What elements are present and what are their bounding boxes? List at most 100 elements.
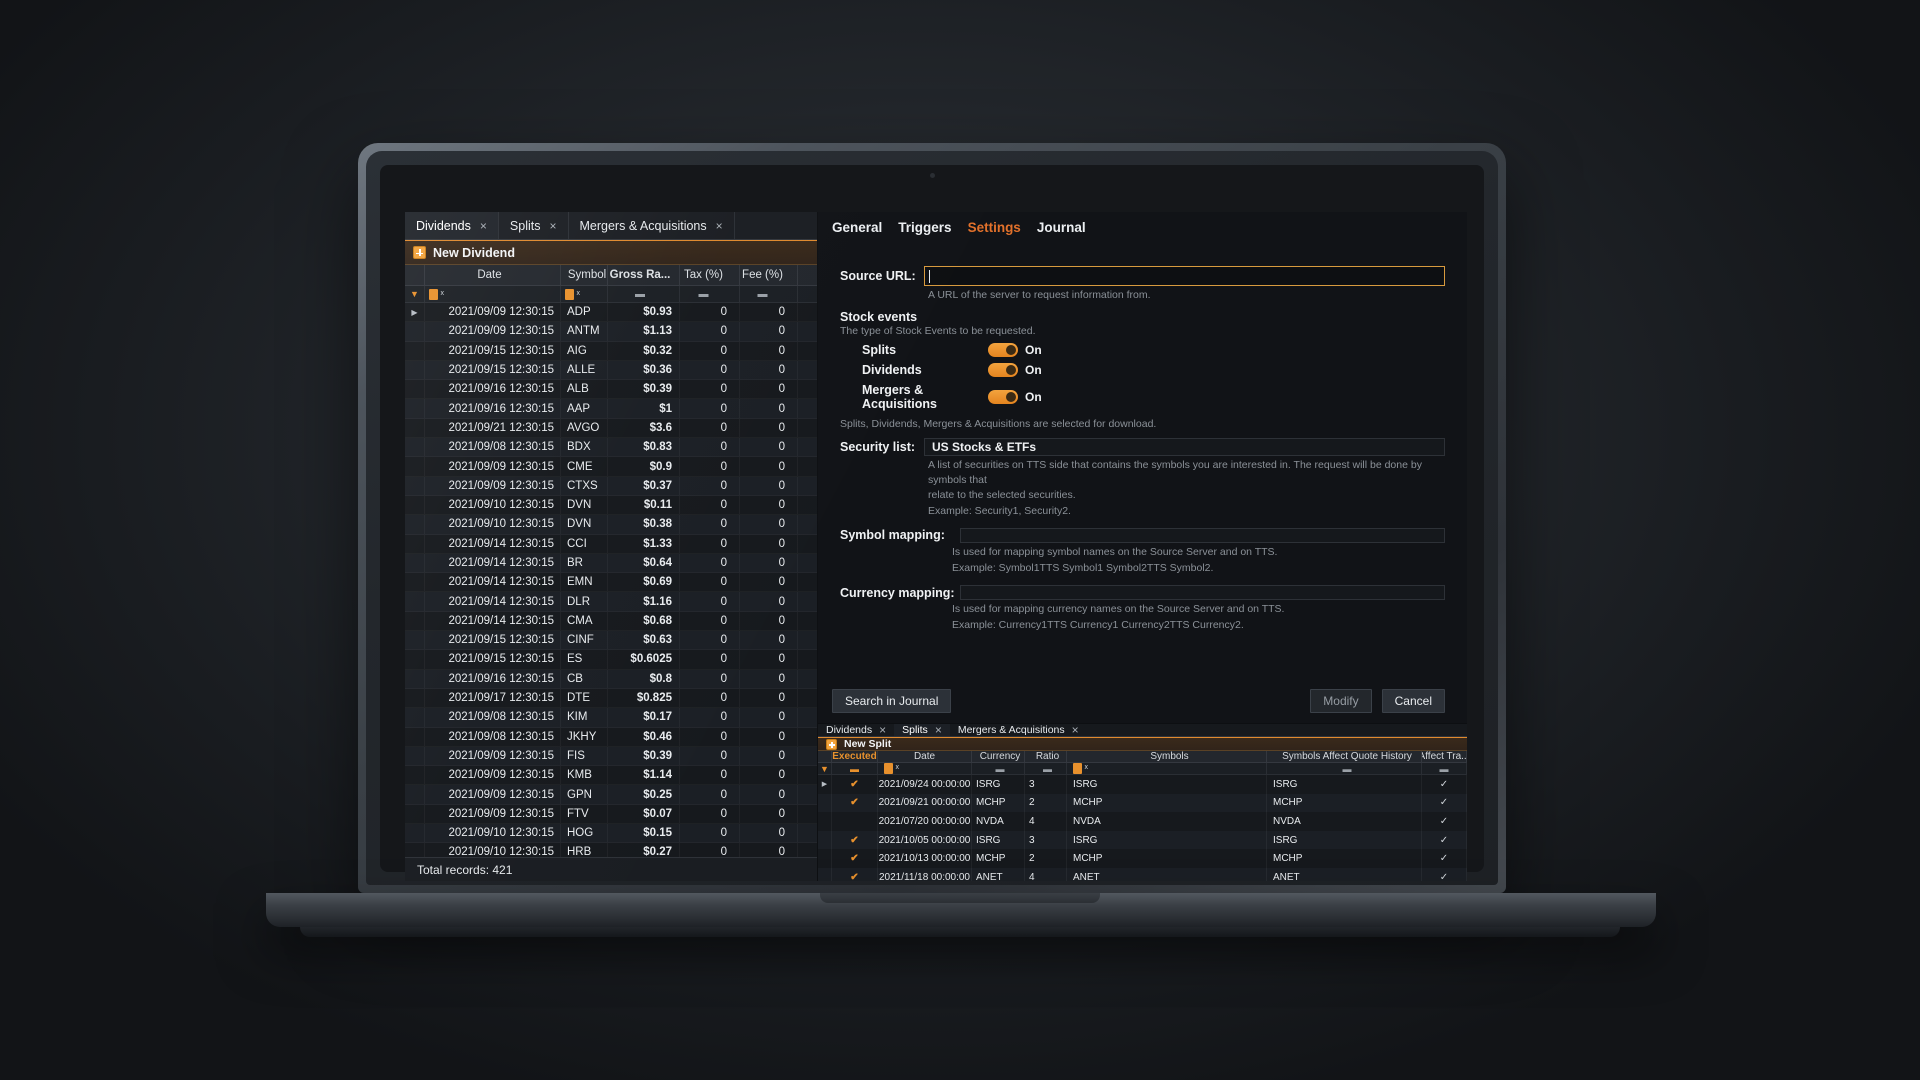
row-expander[interactable] <box>405 611 425 631</box>
new-split-button[interactable]: New Split <box>818 737 1467 751</box>
table-row[interactable]: 2021/09/21 12:30:15 AVGO $3.6 0 0 <box>405 418 817 438</box>
close-icon[interactable]: × <box>879 724 886 736</box>
table-row[interactable]: 2021/09/17 12:30:15 DTE $0.825 0 0 <box>405 688 817 708</box>
splits-tab-mergers[interactable]: Mergers & Acquisitions × <box>950 724 1087 736</box>
col-header-executed[interactable]: Executed <box>832 751 878 762</box>
table-row[interactable]: 2021/09/10 12:30:15 HRB $0.27 0 0 <box>405 843 817 857</box>
filter-funnel-icon[interactable]: ▼ <box>405 286 425 302</box>
col-header-date[interactable]: Date <box>878 751 972 762</box>
filter-currency[interactable]: ▬ <box>972 763 1025 774</box>
row-expander[interactable] <box>818 849 832 868</box>
row-expander[interactable] <box>405 399 425 418</box>
cell-executed[interactable]: ✔ <box>832 793 878 813</box>
filter-gross-rate[interactable]: ▬ <box>608 286 680 302</box>
row-expander[interactable] <box>405 380 425 399</box>
row-expander[interactable] <box>818 830 832 850</box>
cell-executed[interactable]: ✔ <box>832 775 878 794</box>
filter-tax[interactable]: ▬ <box>680 286 740 302</box>
table-row[interactable]: 2021/09/15 12:30:15 AIG $0.32 0 0 <box>405 341 817 361</box>
table-row[interactable]: 2021/09/09 12:30:15 KMB $1.14 0 0 <box>405 766 817 785</box>
row-expander[interactable] <box>405 785 425 804</box>
security-list-input[interactable]: US Stocks & ETFs <box>924 438 1445 456</box>
row-expander[interactable] <box>405 669 425 688</box>
row-expander[interactable] <box>818 793 832 813</box>
close-icon[interactable]: × <box>1072 724 1079 736</box>
col-header-symbols[interactable]: Symbols <box>1067 751 1267 762</box>
row-expander[interactable] <box>405 824 425 843</box>
table-row[interactable]: 2021/09/16 12:30:15 ALB $0.39 0 0 <box>405 380 817 399</box>
row-expander[interactable] <box>405 573 425 592</box>
toggle-splits[interactable] <box>988 343 1018 357</box>
table-row[interactable]: 2021/09/14 12:30:15 CMA $0.68 0 0 <box>405 611 817 631</box>
search-in-journal-button[interactable]: Search in Journal <box>832 689 952 713</box>
row-expander[interactable] <box>405 766 425 785</box>
dividends-grid-body[interactable]: ▶ 2021/09/09 12:30:15 ADP $0.93 0 0 2021/09/09… <box>405 303 817 857</box>
table-row[interactable]: 2021/09/09 12:30:15 ANTM $1.13 0 0 <box>405 322 817 342</box>
close-icon[interactable]: × <box>549 220 556 232</box>
splits-grid-body[interactable]: ▶ ✔ 2021/09/24 00:00:00 ISRG 3 ISRG ISRG ✓ ✔ 2021… <box>818 775 1467 881</box>
row-expander[interactable] <box>405 515 425 534</box>
row-expander[interactable] <box>405 688 425 708</box>
cell-affect-trades[interactable]: ✓ <box>1422 793 1467 813</box>
row-expander[interactable] <box>405 360 425 380</box>
col-header-currency[interactable]: Currency <box>972 751 1025 762</box>
tab-triggers[interactable]: Triggers <box>898 220 951 235</box>
table-row[interactable]: 2021/09/15 12:30:15 CINF $0.63 0 0 <box>405 631 817 651</box>
filter-fee[interactable]: ▬ <box>740 286 798 302</box>
cell-affect-trades[interactable]: ✓ <box>1422 849 1467 868</box>
cell-executed[interactable]: ✔ <box>832 849 878 868</box>
table-row[interactable]: 2021/09/09 12:30:15 CME $0.9 0 0 <box>405 457 817 476</box>
row-expander[interactable] <box>405 438 425 457</box>
filter-affect-trades[interactable]: ▬ <box>1422 763 1467 774</box>
filter-executed[interactable]: ▬ <box>832 763 878 774</box>
cell-executed[interactable]: ✔ <box>832 830 878 850</box>
close-icon[interactable]: × <box>716 220 723 232</box>
table-row[interactable]: 2021/07/20 00:00:00 NVDA 4 NVDA NVDA ✓ <box>818 812 1467 831</box>
col-header-symbol[interactable]: Symbol <box>561 265 608 285</box>
new-dividend-button[interactable]: New Dividend <box>405 240 817 265</box>
cell-executed[interactable] <box>832 812 878 831</box>
table-row[interactable]: 2021/09/10 12:30:15 HOG $0.15 0 0 <box>405 824 817 844</box>
table-row[interactable]: ✔ 2021/09/21 00:00:00 MCHP 2 MCHP MCHP ✓ <box>818 793 1467 813</box>
table-row[interactable]: 2021/09/14 12:30:15 BR $0.64 0 0 <box>405 553 817 574</box>
row-expander[interactable] <box>405 843 425 857</box>
table-row[interactable]: 2021/09/10 12:30:15 DVN $0.38 0 0 <box>405 515 817 535</box>
tab-splits[interactable]: Splits × <box>499 212 569 239</box>
col-header-fee[interactable]: Fee (%) <box>740 265 798 285</box>
table-row[interactable]: ✔ 2021/10/05 00:00:00 ISRG 3 ISRG ISRG ✓ <box>818 830 1467 850</box>
table-row[interactable]: 2021/09/09 12:30:15 FTV $0.07 0 0 <box>405 804 817 824</box>
tab-general[interactable]: General <box>832 220 882 235</box>
table-row[interactable]: ▶ ✔ 2021/09/24 00:00:00 ISRG 3 ISRG ISRG ✓ <box>818 775 1467 794</box>
table-row[interactable]: 2021/09/09 12:30:15 FIS $0.39 0 0 <box>405 746 817 767</box>
symbol-mapping-input[interactable] <box>960 527 1445 543</box>
cell-affect-trades[interactable]: ✓ <box>1422 867 1467 881</box>
table-row[interactable]: 2021/09/14 12:30:15 CCI $1.33 0 0 <box>405 534 817 554</box>
row-expander[interactable] <box>405 631 425 650</box>
table-row[interactable]: ✔ 2021/11/18 00:00:00 ANET 4 ANET ANET ✓ <box>818 867 1467 881</box>
table-row[interactable]: ▶ 2021/09/09 12:30:15 ADP $0.93 0 0 <box>405 303 817 322</box>
row-expander[interactable] <box>405 457 425 476</box>
row-expander[interactable] <box>405 341 425 360</box>
currency-mapping-input[interactable] <box>960 585 1445 601</box>
row-expander[interactable] <box>405 322 425 341</box>
table-row[interactable]: 2021/09/10 12:30:15 DVN $0.11 0 0 <box>405 495 817 515</box>
cell-executed[interactable]: ✔ <box>832 867 878 881</box>
row-expander[interactable] <box>405 708 425 727</box>
row-expander[interactable] <box>405 553 425 573</box>
toggle-mergers[interactable] <box>988 390 1018 404</box>
row-expander[interactable] <box>405 746 425 766</box>
table-row[interactable]: ✔ 2021/10/13 00:00:00 MCHP 2 MCHP MCHP ✓ <box>818 849 1467 868</box>
col-header-tax[interactable]: Tax (%) <box>680 265 740 285</box>
table-row[interactable]: 2021/09/08 12:30:15 KIM $0.17 0 0 <box>405 708 817 728</box>
col-header-affect-trades[interactable]: Affect Tra... <box>1422 751 1467 762</box>
row-expander[interactable] <box>405 418 425 438</box>
table-row[interactable]: 2021/09/08 12:30:15 JKHY $0.46 0 0 <box>405 727 817 747</box>
cancel-button[interactable]: Cancel <box>1381 689 1445 713</box>
col-header-date[interactable]: Date <box>425 265 561 285</box>
table-row[interactable]: 2021/09/14 12:30:15 DLR $1.16 0 0 <box>405 592 817 612</box>
cell-affect-trades[interactable]: ✓ <box>1422 812 1467 831</box>
filter-symbols[interactable] <box>1067 763 1267 774</box>
table-row[interactable]: 2021/09/08 12:30:15 BDX $0.83 0 0 <box>405 438 817 458</box>
table-row[interactable]: 2021/09/09 12:30:15 CTXS $0.37 0 0 <box>405 476 817 496</box>
tab-dividends[interactable]: Dividends × <box>405 212 499 239</box>
